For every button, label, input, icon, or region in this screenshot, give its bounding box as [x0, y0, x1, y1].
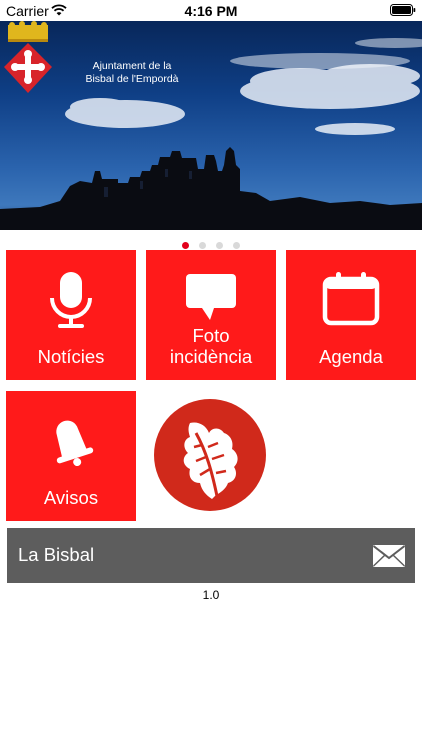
page-dot-1[interactable]	[182, 242, 189, 249]
calendar-icon	[286, 272, 416, 332]
agenda-label: Agenda	[319, 346, 383, 367]
chat-bubble-icon	[146, 264, 276, 324]
banner-title-line1: Ajuntament de la	[92, 60, 172, 72]
la-bisbal-title: La Bisbal	[18, 544, 95, 565]
page-dot-3[interactable]	[216, 242, 223, 249]
foto-label-line2: incidència	[169, 346, 253, 367]
battery-icon	[390, 3, 416, 19]
foto-label-line1: Foto	[192, 325, 230, 346]
avisos-label: Avisos	[43, 487, 99, 508]
page-dot-2[interactable]	[199, 242, 206, 249]
header-banner[interactable]: Ajuntament de la Bisbal de l'Empordà	[0, 21, 422, 230]
banner-title-line2: Bisbal de l'Empordà	[85, 73, 179, 85]
foto-incidencia-button[interactable]: Foto incidència	[146, 250, 276, 380]
clock-time: 4:16 PM	[184, 3, 238, 19]
avisos-button[interactable]: Avisos	[6, 391, 136, 521]
mail-icon[interactable]	[372, 545, 406, 572]
microphone-icon	[6, 272, 136, 332]
banner-title: Ajuntament de la Bisbal de l'Empordà	[82, 60, 182, 86]
page-dot-4[interactable]	[233, 242, 240, 249]
status-bar: Carrier 4:16 PM	[0, 0, 422, 21]
oak-leaf-logo[interactable]	[154, 399, 266, 511]
carousel-page-indicator[interactable]	[0, 236, 422, 249]
noticies-label: Notícies	[37, 346, 105, 367]
foto-incidencia-label: Foto incidència	[146, 325, 276, 367]
bell-icon	[6, 413, 136, 473]
la-bisbal-contact-bar[interactable]: La Bisbal	[7, 528, 415, 583]
agenda-button[interactable]: Agenda	[286, 250, 416, 380]
app-version: 1.0	[202, 588, 220, 602]
noticies-button[interactable]: Notícies	[6, 250, 136, 380]
coat-of-arms-icon	[4, 21, 52, 93]
